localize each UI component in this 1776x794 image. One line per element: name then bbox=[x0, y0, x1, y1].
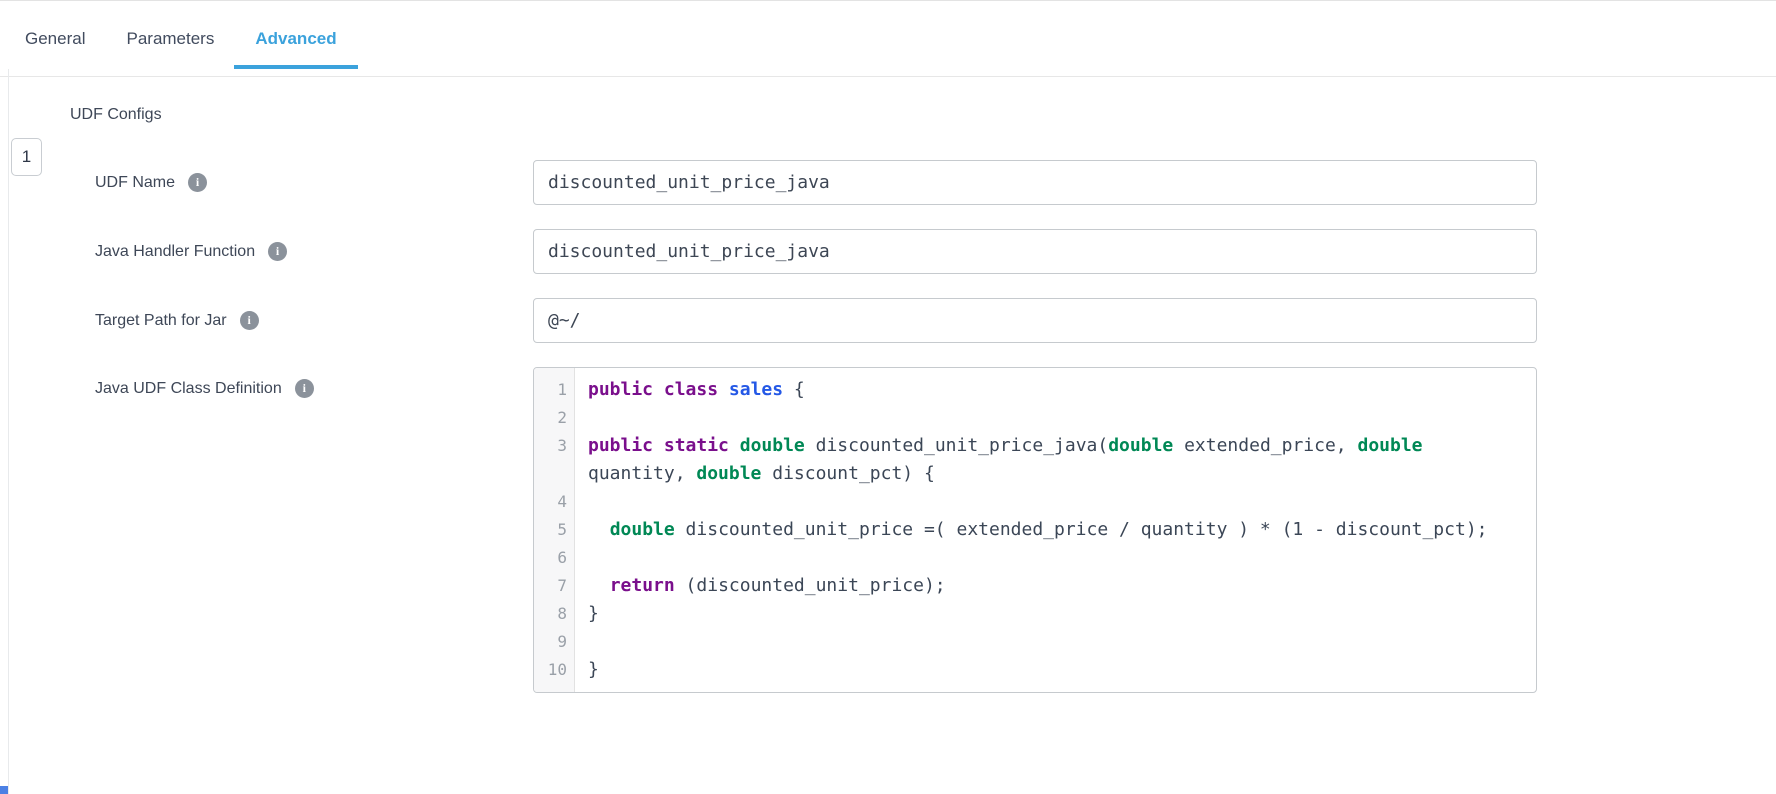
code-token: discount_pct) { bbox=[761, 463, 935, 484]
line-number: 2 bbox=[557, 408, 567, 427]
line-number: 1 bbox=[557, 380, 567, 399]
info-icon[interactable]: i bbox=[268, 242, 288, 261]
code-line-content: public class sales { bbox=[575, 376, 1536, 404]
code-line: 8} bbox=[534, 600, 1536, 628]
field-label-group: Target Path for Jar i bbox=[95, 311, 533, 330]
udf-config-form: UDF NameiJava Handler FunctioniTarget Pa… bbox=[95, 160, 1537, 717]
field-row-java-udf-class-definition: Java UDF Class Definition i 1 public class … bbox=[95, 367, 1537, 693]
field-label-group: Java Handler Function i bbox=[95, 242, 533, 261]
field-label-group: UDF Name i bbox=[95, 173, 533, 192]
tab-general[interactable]: General bbox=[25, 23, 85, 55]
code-token: double bbox=[696, 463, 762, 484]
code-line-content: return (discounted_unit_price); bbox=[575, 572, 1536, 600]
code-line: 7 return (discounted_unit_price); bbox=[534, 572, 1536, 600]
line-number: 9 bbox=[557, 632, 567, 651]
bottom-left-fragment bbox=[0, 786, 8, 794]
line-number: 10 bbox=[547, 660, 567, 679]
code-token: double bbox=[1357, 435, 1423, 456]
info-icon[interactable]: i bbox=[239, 311, 259, 330]
line-number: 3 bbox=[557, 436, 567, 455]
info-icon[interactable]: i bbox=[294, 379, 314, 398]
code-line: 3 public static double discounted_unit_pr… bbox=[534, 432, 1536, 488]
code-line: 1 public class sales { bbox=[534, 376, 1536, 404]
code-token: extended_price, bbox=[1173, 435, 1358, 456]
code-line-content: } bbox=[575, 656, 1536, 684]
code-token: double bbox=[1108, 435, 1174, 456]
code-token: double bbox=[609, 519, 675, 540]
index-badge: 1 bbox=[11, 138, 42, 176]
code-line: 6 bbox=[534, 544, 1536, 572]
info-icon[interactable]: i bbox=[188, 173, 208, 192]
code-token: } bbox=[588, 659, 599, 680]
line-number: 4 bbox=[557, 492, 567, 511]
code-line-content: double discounted_unit_price =( extended… bbox=[575, 516, 1536, 544]
code-token: (discounted_unit_price); bbox=[674, 575, 946, 596]
udf-name-input[interactable] bbox=[533, 160, 1537, 205]
panel-left-border bbox=[8, 69, 9, 794]
code-token: discounted_unit_price =( extended_price … bbox=[674, 519, 1488, 540]
tab-bar: General Parameters Advanced bbox=[0, 1, 1776, 77]
udf-config-panel: General Parameters Advanced UDF Configs 1 … bbox=[0, 0, 1776, 794]
code-token: return bbox=[609, 575, 675, 596]
field-row-target-path-for-jar: Target Path for Jar i bbox=[95, 298, 1537, 343]
code-token: class bbox=[663, 379, 719, 400]
field-row-udf-name: UDF Name i bbox=[95, 160, 1537, 205]
line-number: 8 bbox=[557, 604, 567, 623]
code-token: double bbox=[739, 435, 805, 456]
code-line: 4 bbox=[534, 488, 1536, 516]
code-token: sales bbox=[728, 379, 784, 400]
code-token: { bbox=[783, 379, 805, 400]
code-token: discounted_unit_price_java( bbox=[804, 435, 1109, 456]
field-label: UDF Name bbox=[95, 173, 176, 191]
code-token: static bbox=[663, 435, 729, 456]
code-line: 5 double discounted_unit_price =( extend… bbox=[534, 516, 1536, 544]
code-line-content: public static double discounted_unit_pri… bbox=[575, 432, 1536, 488]
code-line-content bbox=[575, 544, 1536, 572]
code-token: public bbox=[588, 435, 654, 456]
code-token: } bbox=[588, 603, 599, 624]
java-handler-function-input[interactable] bbox=[533, 229, 1537, 274]
section-title: UDF Configs bbox=[70, 106, 162, 123]
field-label-group: Java UDF Class Definition i bbox=[95, 367, 533, 398]
code-token: public bbox=[588, 379, 654, 400]
line-number: 6 bbox=[557, 548, 567, 567]
field-label: Java UDF Class Definition bbox=[95, 379, 282, 397]
code-line-content bbox=[575, 628, 1536, 656]
line-number: 7 bbox=[557, 576, 567, 595]
field-label: Java Handler Function bbox=[95, 242, 256, 260]
code-line-content bbox=[575, 404, 1536, 432]
code-line-content: } bbox=[575, 600, 1536, 628]
field-label: Target Path for Jar bbox=[95, 311, 227, 329]
code-line-content bbox=[575, 488, 1536, 516]
line-number: 5 bbox=[557, 520, 567, 539]
field-row-java-handler-function: Java Handler Function i bbox=[95, 229, 1537, 274]
code-line: 2 bbox=[534, 404, 1536, 432]
code-line: 9 bbox=[534, 628, 1536, 656]
target-path-for-jar-input[interactable] bbox=[533, 298, 1537, 343]
code-line: 10} bbox=[534, 656, 1536, 684]
tab-parameters[interactable]: Parameters bbox=[126, 23, 214, 55]
java-udf-code-editor[interactable]: 1 public class sales {2 3 public static dou… bbox=[533, 367, 1537, 693]
tab-advanced[interactable]: Advanced bbox=[234, 23, 358, 69]
